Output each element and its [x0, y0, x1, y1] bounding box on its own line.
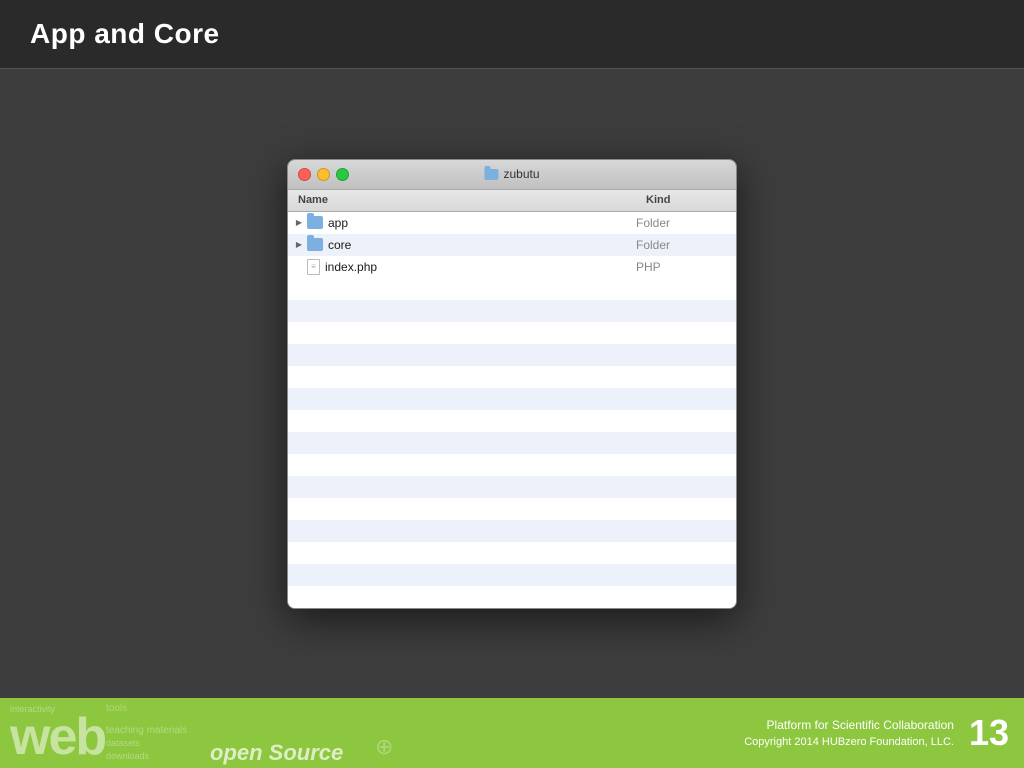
window-title: zubutu	[484, 167, 539, 181]
main-content: zubutu Name Kind app Folder	[0, 69, 1024, 698]
file-kind: Folder	[636, 216, 736, 230]
footer-left: web interactivity teaching materials too…	[10, 698, 410, 768]
header: App and Core	[0, 0, 1024, 69]
minimize-button[interactable]	[317, 168, 330, 181]
table-row[interactable]: core Folder	[288, 234, 736, 256]
platform-text: Platform for Scientific Collaboration	[744, 716, 954, 734]
file-name: core	[328, 238, 636, 252]
window-title-text: zubutu	[503, 167, 539, 181]
row-content: index.php	[293, 256, 636, 278]
page-title: App and Core	[30, 18, 220, 50]
file-list: app Folder core Folder index.php	[288, 212, 736, 608]
name-column-header: Name	[288, 194, 636, 206]
column-headers: Name Kind	[288, 190, 736, 212]
footer-open-source: open Source	[210, 740, 343, 766]
finder-window: zubutu Name Kind app Folder	[287, 159, 737, 609]
copyright-text: Copyright 2014 HUBzero Foundation, LLC.	[744, 734, 954, 751]
empty-rows	[288, 278, 736, 608]
footer-interactivity: interactivity	[10, 703, 55, 716]
folder-icon	[307, 238, 323, 251]
folder-icon	[484, 169, 498, 180]
globe-icon: ⊕	[375, 734, 393, 760]
footer-downloads: downloads	[106, 750, 149, 763]
file-name: index.php	[325, 260, 636, 274]
footer-info: Platform for Scientific Collaboration Co…	[744, 716, 954, 751]
traffic-lights	[298, 168, 349, 181]
file-name: app	[328, 216, 636, 230]
kind-column-header: Kind	[636, 194, 736, 206]
footer-datasets: datasets	[106, 737, 140, 750]
table-row[interactable]: app Folder	[288, 212, 736, 234]
finder-titlebar: zubutu	[288, 160, 736, 190]
file-kind: PHP	[636, 260, 736, 274]
row-content: app	[293, 212, 636, 234]
table-row[interactable]: index.php PHP	[288, 256, 736, 278]
maximize-button[interactable]	[336, 168, 349, 181]
footer-tools: tools	[106, 702, 127, 716]
expand-arrow-icon[interactable]	[293, 217, 305, 229]
folder-icon	[307, 216, 323, 229]
footer: web interactivity teaching materials too…	[0, 698, 1024, 768]
expand-arrow-icon[interactable]	[293, 239, 305, 251]
php-file-icon	[307, 259, 320, 275]
footer-web-text: web	[10, 711, 105, 763]
file-kind: Folder	[636, 238, 736, 252]
page-number: 13	[969, 715, 1009, 751]
footer-curriculum: teaching materials	[106, 724, 187, 738]
footer-right: Platform for Scientific Collaboration Co…	[744, 715, 1009, 751]
close-button[interactable]	[298, 168, 311, 181]
row-content: core	[293, 234, 636, 256]
